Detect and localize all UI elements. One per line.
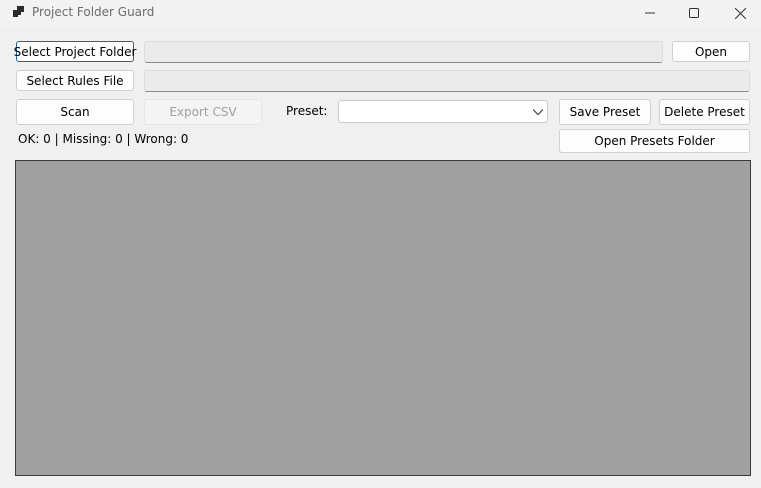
status-summary: OK: 0 | Missing: 0 | Wrong: 0 [18,132,189,146]
preset-combobox[interactable] [338,100,548,123]
app-icon [13,6,24,17]
select-rules-file-button[interactable]: Select Rules File [16,70,134,91]
chevron-down-icon [532,109,544,116]
title-bar[interactable]: Project Folder Guard [0,0,761,26]
preset-label: Preset: [286,104,328,118]
close-button[interactable] [717,0,761,26]
minimize-button[interactable] [627,0,673,26]
project-folder-path-field[interactable] [144,41,663,63]
minimize-icon [645,12,655,14]
export-csv-button[interactable]: Export CSV [144,99,262,125]
results-grid[interactable] [15,160,751,476]
open-presets-folder-button[interactable]: Open Presets Folder [559,129,750,153]
close-icon [734,7,746,19]
delete-preset-button[interactable]: Delete Preset [659,99,750,125]
open-button[interactable]: Open [672,41,750,62]
maximize-button[interactable] [671,0,717,26]
select-project-folder-button[interactable]: Select Project Folder [14,41,136,62]
maximize-icon [689,8,699,18]
window-title: Project Folder Guard [32,5,155,19]
main-window: Project Folder Guard Select Project Fold… [0,0,761,488]
save-preset-button[interactable]: Save Preset [559,99,651,125]
rules-file-path-field[interactable] [144,70,750,92]
scan-button[interactable]: Scan [16,99,134,125]
